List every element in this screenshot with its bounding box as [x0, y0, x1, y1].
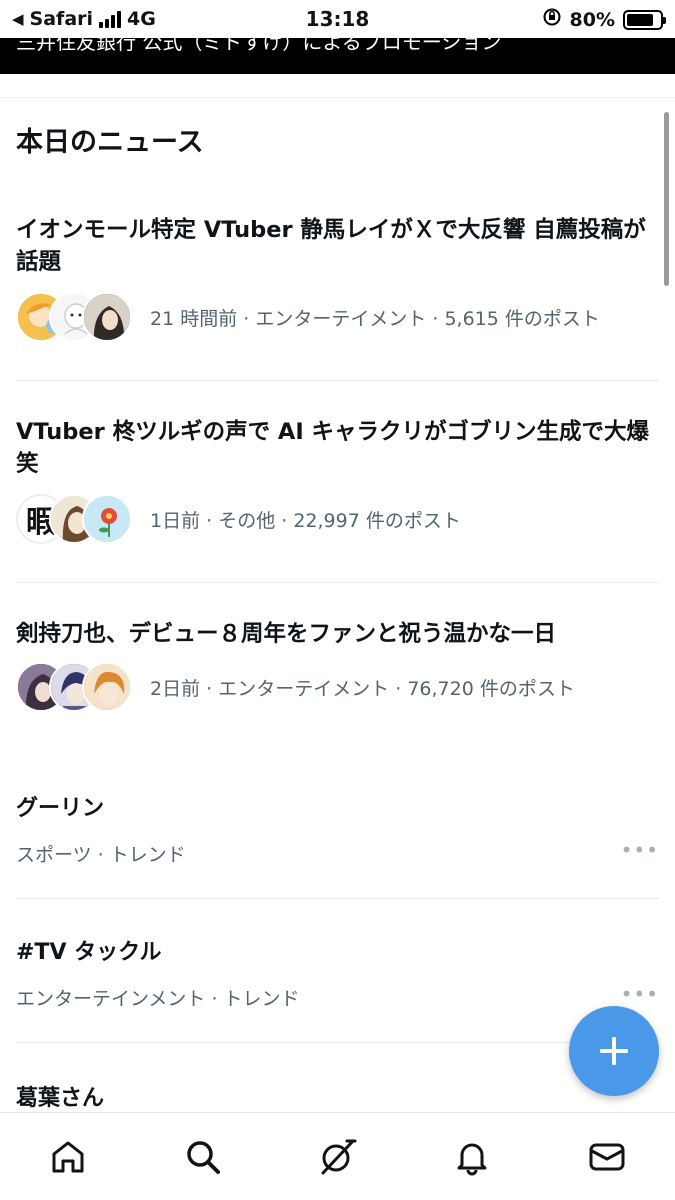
search-icon [187, 1141, 220, 1174]
avatar [82, 494, 132, 544]
compose-button[interactable] [569, 1006, 659, 1096]
nav-grok[interactable] [315, 1135, 359, 1179]
divider [0, 97, 675, 98]
news-title: VTuber 柊ツルギの声で AI キャラクリがゴブリン生成で大爆笑 [16, 419, 650, 477]
news-meta: 2日前 · エンターテイメント · 76,720 件のポスト [16, 662, 659, 712]
trend-title: #TV タックル [16, 940, 162, 965]
promo-text: 三井住友銀行 公式（ミドすけ）によるプロモーション [16, 38, 502, 54]
news-meta: 21 時間前 · エンターテイメント · 5,615 件のポスト [16, 292, 659, 342]
grok-icon [321, 1139, 357, 1175]
trend-title: 葛葉さん [16, 1086, 105, 1111]
more-options-icon[interactable]: ••• [621, 838, 659, 862]
news-item[interactable]: VTuber 柊ツルギの声で AI キャラクリがゴブリン生成で大爆笑 暇 1日前… [16, 416, 659, 544]
news-meta-text: 1日前 · その他 · 22,997 件のポスト [150, 509, 461, 532]
nav-notifications[interactable] [450, 1135, 494, 1179]
divider [16, 582, 659, 583]
trend-subtitle: スポーツ · トレンド [16, 844, 186, 866]
trend-item[interactable]: 葛葉さん [16, 1080, 659, 1112]
section-title: 本日のニュース [16, 127, 204, 158]
divider [16, 898, 659, 899]
news-item[interactable]: イオンモール特定 VTuber 静馬レイがＸで大反響 自薦投稿が話題 21 時間… [16, 214, 659, 342]
messages-icon [589, 1143, 625, 1171]
notifications-icon [457, 1143, 487, 1176]
news-meta-text: 2日前 · エンターテイメント · 76,720 件のポスト [150, 677, 575, 700]
news-meta: 暇 1日前 · その他 · 22,997 件のポスト [16, 494, 659, 544]
avatar [82, 662, 132, 712]
avatar-group [16, 662, 132, 712]
trend-item[interactable]: グーリン スポーツ · トレンド [16, 790, 659, 867]
trend-title: グーリン [16, 796, 105, 821]
trend-item[interactable]: #TV タックル エンターテインメント · トレンド [16, 934, 659, 1011]
divider [16, 1042, 659, 1043]
avatar [82, 292, 132, 342]
avatar-group: 暇 [16, 494, 132, 544]
status-bar: ◀ Safari 4G 13:18 80% [0, 0, 675, 38]
nav-home[interactable] [46, 1135, 90, 1179]
home-icon [52, 1141, 84, 1173]
trend-subtitle: エンターテインメント · トレンド [16, 988, 300, 1010]
news-item[interactable]: 剣持刀也、デビュー８周年をファンと祝う温かな一日 2日前 · エンターテイメント… [16, 618, 659, 712]
battery-icon [623, 9, 666, 30]
nav-search[interactable] [181, 1135, 225, 1179]
status-right: 80% [542, 7, 666, 32]
promo-banner[interactable]: 三井住友銀行 公式（ミドすけ）によるプロモーション [0, 38, 675, 74]
nav-messages[interactable] [585, 1135, 629, 1179]
plus-icon [600, 1037, 628, 1065]
news-title: 剣持刀也、デビュー８周年をファンと祝う温かな一日 [16, 621, 557, 647]
scrollbar[interactable] [664, 112, 669, 286]
avatar-group [16, 292, 132, 342]
divider [16, 380, 659, 381]
orientation-lock-icon [542, 7, 562, 32]
news-meta-text: 21 時間前 · エンターテイメント · 5,615 件のポスト [150, 307, 600, 330]
more-options-icon[interactable]: ••• [621, 982, 659, 1006]
battery-percent: 80% [569, 8, 615, 31]
bottom-nav [0, 1112, 675, 1200]
news-title: イオンモール特定 VTuber 静馬レイがＸで大反響 自薦投稿が話題 [16, 217, 646, 275]
